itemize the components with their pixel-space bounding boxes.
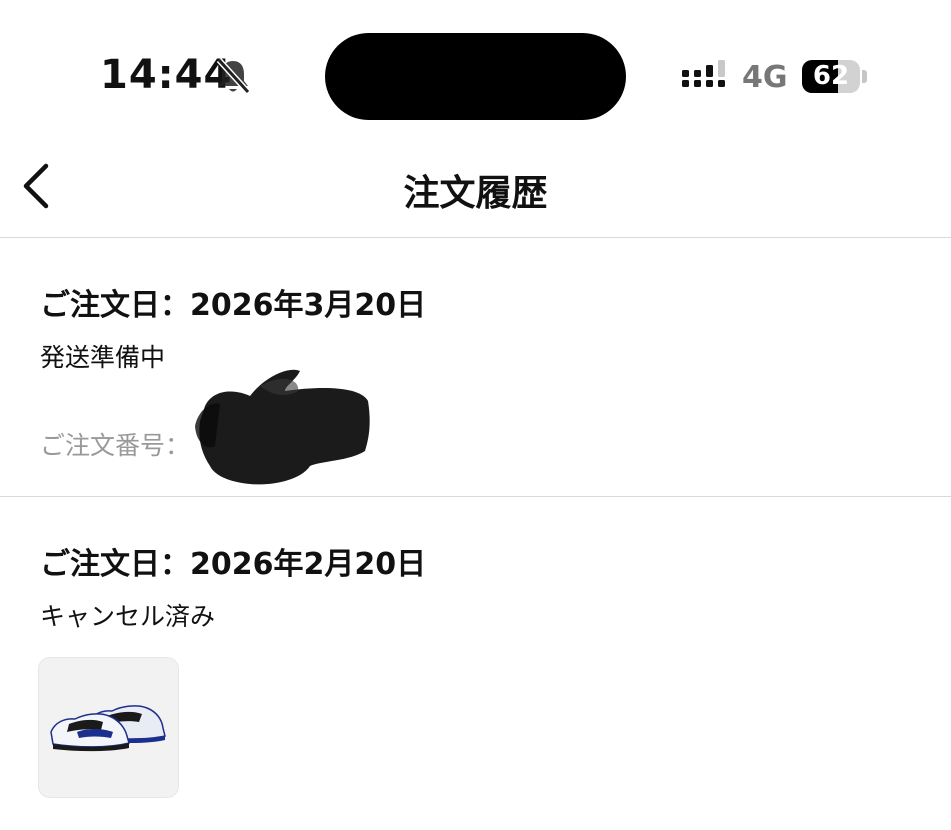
sneaker-icon	[50, 705, 166, 752]
redaction-scribble	[195, 369, 370, 485]
status-bar: 14:44 4G 62	[0, 0, 951, 130]
order-date: ご注文日：2026年2月20日	[40, 547, 427, 582]
dynamic-island	[325, 33, 626, 120]
order-date: ご注文日：2026年3月20日	[40, 288, 427, 323]
battery-icon: 62	[802, 60, 860, 93]
battery-cap	[862, 70, 867, 83]
product-thumbnail[interactable]	[38, 657, 179, 798]
status-time: 14:44	[100, 52, 233, 98]
order-history-screen: 14:44 4G 62 注文履歴 ご注文日：2026年3月20日 発送準備中 ご…	[0, 0, 951, 830]
nav-header: 注文履歴	[0, 130, 951, 238]
order-item[interactable]: ご注文日：2026年3月20日 発送準備中 ご注文番号：	[0, 238, 951, 497]
order-status: キャンセル済み	[40, 602, 216, 631]
order-number-label: ご注文番号：	[40, 431, 191, 460]
network-label: 4G	[742, 60, 788, 95]
order-status: 発送準備中	[40, 343, 166, 372]
bell-slash-icon	[214, 56, 252, 96]
order-item[interactable]: ご注文日：2026年2月20日 キャンセル済み	[0, 497, 951, 830]
signal-icon	[681, 58, 731, 94]
page-title: 注文履歴	[403, 173, 548, 214]
battery-percent: 62	[812, 61, 850, 91]
